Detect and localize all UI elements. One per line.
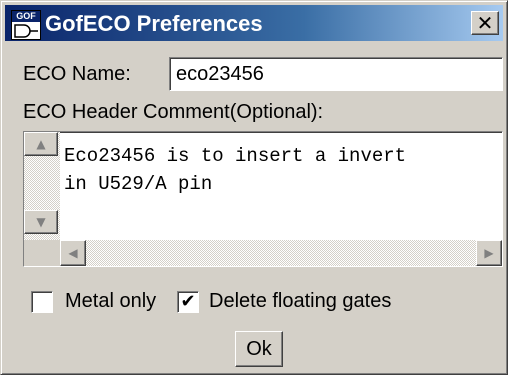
ok-button[interactable]: Ok <box>235 331 283 367</box>
metal-only-label[interactable]: Metal only <box>65 290 156 313</box>
vertical-scrollbar[interactable]: ▲ ▼ <box>24 132 60 240</box>
scrollbar-corner <box>24 240 60 266</box>
window-title: GofECO Preferences <box>45 11 263 36</box>
header-comment-text[interactable]: Eco23456 is to insert a invert in U529/A… <box>64 142 498 198</box>
delete-floating-gates-checkbox[interactable]: ✔ <box>177 291 199 313</box>
delete-floating-gates-label[interactable]: Delete floating gates <box>209 290 391 313</box>
preferences-dialog: GOF GofECO Preferences ✕ ECO Name: eco23… <box>0 0 508 375</box>
close-button[interactable]: ✕ <box>471 11 499 35</box>
eco-name-label: ECO Name: <box>23 63 131 85</box>
scroll-up-icon[interactable]: ▲ <box>24 132 58 156</box>
scroll-down-icon[interactable]: ▼ <box>24 210 58 234</box>
scroll-right-icon[interactable]: ▶ <box>476 240 502 266</box>
horizontal-scrollbar[interactable]: ◀ ▶ <box>60 240 502 266</box>
metal-only-checkbox[interactable] <box>31 291 53 313</box>
header-comment-textarea[interactable]: ▲ ▼ ◀ ▶ Eco23456 is to insert a invert i… <box>23 131 503 267</box>
check-mark-icon: ✔ <box>180 291 196 312</box>
header-comment-label: ECO Header Comment(Optional): <box>23 101 324 123</box>
gofeco-app-icon: GOF <box>11 10 41 40</box>
app-icon-label: GOF <box>12 11 40 22</box>
gate-symbol-icon <box>14 24 38 38</box>
scroll-left-icon[interactable]: ◀ <box>60 240 86 266</box>
eco-name-input[interactable]: eco23456 <box>169 57 503 91</box>
